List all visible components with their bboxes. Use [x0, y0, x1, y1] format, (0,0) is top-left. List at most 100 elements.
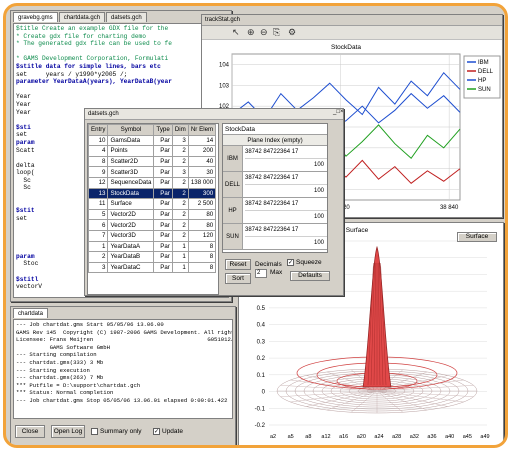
x-tick-label: a12: [321, 434, 330, 440]
table-cell: 2: [171, 198, 189, 210]
close-button[interactable]: Close: [15, 425, 45, 438]
x-tick-label: a40: [445, 434, 454, 440]
code-line: * The generated gdx file can be used to …: [16, 40, 172, 48]
table-row[interactable]: 12 SequenceData Par 2 138 000: [88, 176, 217, 189]
table-row[interactable]: 6 Vector2D Par 2 80: [88, 219, 217, 231]
log-window: chartdata --- Job chartdat.gms Start 05/…: [10, 306, 236, 445]
column-header[interactable]: Dim: [171, 124, 189, 136]
legend-label: SUN: [478, 87, 491, 93]
pointer-icon[interactable]: ↖: [232, 27, 240, 38]
data-row: IBM 38742 84722364 17 100: [223, 146, 327, 172]
defaults-button[interactable]: Defaults: [290, 271, 330, 281]
table-row[interactable]: 10 GamsData Par 3 14: [88, 134, 217, 147]
table-row[interactable]: 1 YearDataA Par 1 8: [88, 240, 217, 253]
process-log: --- Job chartdat.gms Start 05/05/06 13.0…: [13, 319, 233, 419]
table-row[interactable]: 9 Scatter3D Par 3 30: [88, 166, 217, 178]
log-tab[interactable]: chartdata: [13, 308, 49, 318]
surface-type-button[interactable]: Surface: [457, 232, 497, 242]
reset-button[interactable]: Reset: [225, 259, 251, 270]
log-line: --- chartdat.gms(333) 3 Mb: [16, 358, 104, 366]
summary-only-checkbox[interactable]: Summary only: [91, 428, 142, 435]
properties-icon[interactable]: ⚙: [288, 27, 296, 38]
defaults-label: Defaults: [298, 272, 322, 279]
legend-label: HP: [478, 78, 486, 84]
row-header[interactable]: DELL: [223, 172, 243, 197]
row-header[interactable]: SUN: [223, 224, 243, 249]
zoom-out-icon[interactable]: ⊖: [260, 27, 268, 38]
table-row[interactable]: 2 YearDataB Par 1 8: [88, 251, 217, 263]
y-tick-label: 104: [219, 62, 230, 68]
table-cell: 3: [171, 134, 189, 147]
sort-button[interactable]: Sort: [225, 273, 251, 284]
table-row[interactable]: 7 Vector3D Par 2 120: [88, 229, 217, 242]
table-cell: 200: [187, 145, 217, 157]
table-cell: 2: [171, 155, 189, 168]
row-value: 38742 84722364 17: [245, 146, 327, 159]
column-header[interactable]: Entry: [88, 124, 109, 136]
table-cell: 138 000: [187, 176, 217, 189]
data-panel: StockData Plane Index (empty) IBM 38742 8…: [222, 123, 328, 253]
decimals-input[interactable]: 2: [255, 269, 267, 278]
zoom-in-icon[interactable]: ⊕: [247, 27, 255, 38]
table-cell: 13: [88, 187, 109, 200]
z-tick-label: -0.1: [255, 406, 266, 412]
table-cell: Points: [107, 145, 155, 157]
table-cell: 2: [171, 208, 189, 221]
column-header[interactable]: Nr Elem: [187, 124, 217, 136]
row-header[interactable]: HP: [223, 198, 243, 223]
close-label: Close: [21, 428, 39, 435]
log-tabs: chartdata: [11, 307, 235, 318]
log-line: --- chartdat.gms(263) 7 Mb: [16, 374, 104, 382]
z-tick-label: 0.4: [257, 323, 266, 329]
row-values: 38742 84722364 17 100: [243, 224, 327, 249]
copy-icon[interactable]: ⎘: [273, 27, 280, 38]
table-row[interactable]: 3 YearDataC Par 1 8: [88, 261, 217, 274]
log-line: --- Starting execution: [16, 366, 90, 374]
column-header[interactable]: Type: [153, 124, 173, 136]
table-cell: 80: [187, 208, 217, 221]
squeeze-check[interactable]: ✓: [287, 259, 294, 266]
summary-only-check[interactable]: [91, 428, 98, 435]
table-row[interactable]: 11 Surface Par 2 2 500: [88, 198, 217, 210]
table-header-row: Entry Symbol Type Dim Nr Elem: [88, 124, 217, 136]
table-row[interactable]: 8 Scatter2D Par 2 40: [88, 155, 217, 168]
summary-only-label: Summary only: [100, 428, 142, 436]
table-cell: Par: [153, 166, 173, 178]
editor-tab[interactable]: chartdata.gch: [58, 12, 106, 22]
editor-tab[interactable]: gravebg.gms: [13, 12, 58, 22]
table-cell: 9: [88, 166, 109, 178]
decimals-label: Decimals: [255, 261, 282, 268]
open-log-button[interactable]: Open Log: [51, 425, 85, 438]
table-cell: 80: [187, 219, 217, 231]
table-cell: Par: [153, 229, 173, 242]
z-tick-label: 0.3: [257, 339, 266, 345]
editor-tab[interactable]: datsets.gch: [106, 12, 147, 22]
table-cell: 2 500: [187, 198, 217, 210]
row-count: 100: [313, 240, 324, 246]
squeeze-checkbox[interactable]: ✓ Squeeze: [287, 259, 322, 266]
table-row[interactable]: 4 Points Par 2 200: [88, 145, 217, 157]
row-header[interactable]: IBM: [223, 146, 243, 171]
table-cell: 5: [88, 208, 109, 221]
data-rows: IBM 38742 84722364 17 100 DELL 38742 8472236…: [223, 146, 327, 250]
code-line: set years / y1990*y2005 /;: [16, 70, 128, 78]
table-cell: 3: [88, 261, 109, 274]
column-header[interactable]: Symbol: [107, 124, 155, 136]
table-cell: 300: [187, 187, 217, 200]
data-row: DELL 38742 84722364 17 100: [223, 172, 327, 198]
table-row[interactable]: 13 StockData Par 2 300: [88, 187, 217, 200]
screenshot-frame: gravebg.gms chartdata.gch datsets.gch $tit…: [3, 3, 508, 448]
window-buttons[interactable]: _□×: [333, 109, 343, 120]
update-checkbox[interactable]: ✓ Update: [153, 428, 183, 435]
z-tick-label: 0.2: [257, 356, 266, 362]
row-count: 100: [313, 162, 324, 168]
row-value: 38742 84722364 17: [245, 224, 327, 237]
row-values: 38742 84722364 17 100: [243, 198, 327, 223]
log-line: *** Status: Normal completion: [16, 389, 114, 397]
table-row[interactable]: 5 Vector2D Par 2 80: [88, 208, 217, 221]
table-cell: Par: [153, 251, 173, 263]
table-cell: 1: [171, 251, 189, 263]
table-cell: 10: [88, 134, 109, 147]
update-check[interactable]: ✓: [153, 428, 160, 435]
x-tick-label: a8: [305, 434, 311, 440]
